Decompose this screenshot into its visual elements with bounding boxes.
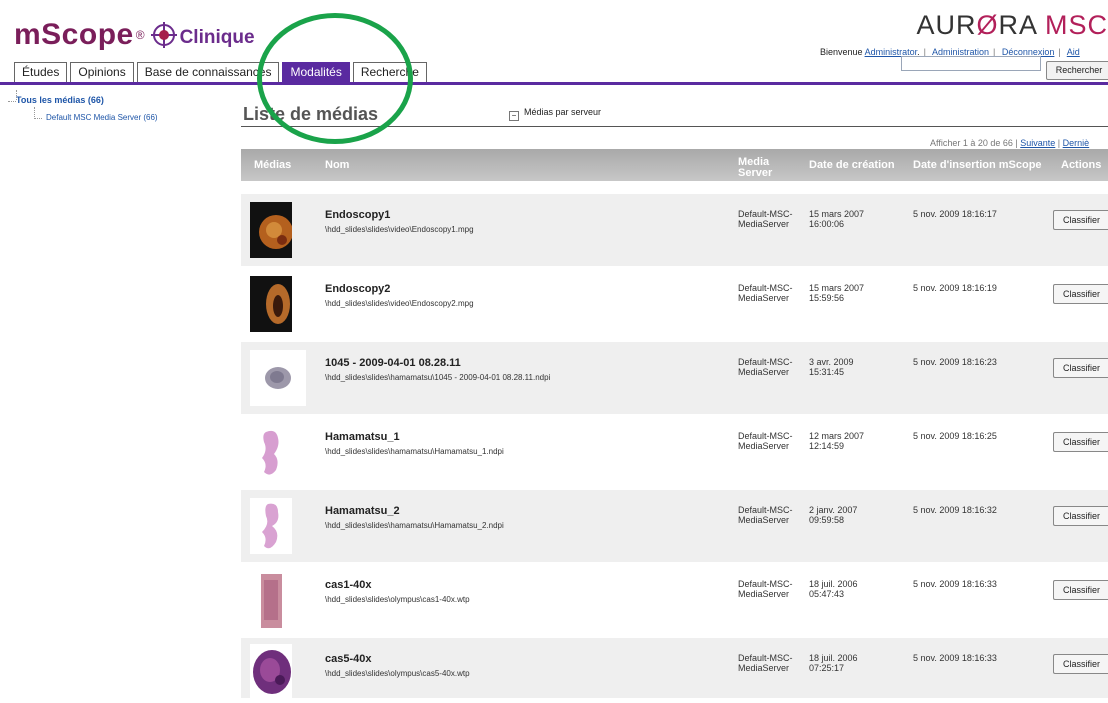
media-path: \hdd_slides\slides\video\Endoscopy1.mpg — [325, 225, 474, 234]
classify-button[interactable]: Classifier — [1053, 654, 1108, 674]
media-name[interactable]: cas5-40x — [325, 653, 372, 665]
table-header: Médias Nom Media Server Date de création… — [241, 149, 1108, 181]
media-server: Default-MSC-MediaServer — [738, 209, 793, 229]
insertion-date: 5 nov. 2009 18:16:33 — [913, 653, 997, 663]
table-row: Endoscopy1 \hdd_slides\slides\video\Endo… — [241, 194, 1108, 266]
media-server: Default-MSC-MediaServer — [738, 505, 793, 525]
table-row: Hamamatsu_2 \hdd_slides\slides\hamamatsu… — [241, 490, 1108, 562]
tree-item-label: Médias par serveur — [524, 107, 602, 117]
classify-button[interactable]: Classifier — [1053, 432, 1108, 452]
creation-date: 2 janv. 2007 09:59:58 — [809, 505, 858, 525]
brand-part: RA — [998, 10, 1045, 40]
tree-item-by-server[interactable]: − Médias par serveur — [505, 107, 601, 124]
brand-part: Ø — [976, 10, 999, 40]
media-name[interactable]: Endoscopy1 — [325, 209, 390, 221]
creation-date: 18 juil. 2006 07:25:17 — [809, 653, 858, 673]
column-header-media: Médias — [254, 159, 292, 171]
table-row: Hamamatsu_1 \hdd_slides\slides\hamamatsu… — [241, 416, 1108, 488]
search-button[interactable]: Rechercher — [1046, 61, 1108, 80]
media-path: \hdd_slides\slides\olympus\cas1-40x.wtp — [325, 595, 470, 604]
media-thumbnail[interactable] — [250, 498, 292, 554]
tree-item-label: Default MSC Media Server (66) — [46, 113, 158, 122]
classify-button[interactable]: Classifier — [1053, 284, 1108, 304]
search-input[interactable] — [901, 56, 1041, 71]
media-server: Default-MSC-MediaServer — [738, 283, 793, 303]
media-path: \hdd_slides\slides\hamamatsu\1045 - 2009… — [325, 373, 551, 382]
media-path: \hdd_slides\slides\hamamatsu\Hamamatsu_1… — [325, 447, 504, 456]
media-thumbnail[interactable] — [250, 424, 292, 480]
brand-part: MSC — [1045, 10, 1108, 40]
table-row: 1045 - 2009-04-01 08.28.11 \hdd_slides\s… — [241, 342, 1108, 414]
column-header-created: Date de création — [809, 159, 895, 171]
insertion-date: 5 nov. 2009 18:16:19 — [913, 283, 997, 293]
creation-date: 12 mars 2007 12:14:59 — [809, 431, 865, 451]
insertion-date: 5 nov. 2009 18:16:23 — [913, 357, 997, 367]
crosshair-logo-icon — [150, 22, 177, 48]
media-name[interactable]: 1045 - 2009-04-01 08.28.11 — [325, 357, 461, 369]
tree-item-label: Tous les médias (66) — [16, 95, 104, 105]
column-header-name: Nom — [325, 159, 350, 171]
media-path: \hdd_slides\slides\hamamatsu\Hamamatsu_2… — [325, 521, 504, 530]
last-page-link[interactable]: Derniè — [1063, 138, 1090, 148]
classify-button[interactable]: Classifier — [1053, 358, 1108, 378]
media-thumbnail[interactable] — [250, 572, 292, 628]
creation-date: 18 juil. 2006 05:47:43 — [809, 579, 858, 599]
media-server: Default-MSC-MediaServer — [738, 653, 793, 673]
media-name[interactable]: Hamamatsu_2 — [325, 505, 400, 517]
table-row: cas5-40x \hdd_slides\slides\olympus\cas5… — [241, 638, 1108, 698]
media-name[interactable]: Endoscopy2 — [325, 283, 390, 295]
insertion-date: 5 nov. 2009 18:16:17 — [913, 209, 997, 219]
welcome-text: Bienvenue — [820, 47, 863, 57]
insertion-date: 5 nov. 2009 18:16:25 — [913, 431, 997, 441]
media-path: \hdd_slides\slides\video\Endoscopy2.mpg — [325, 299, 474, 308]
pager-status: Afficher 1 à 20 de 66 | — [930, 138, 1018, 148]
media-thumbnail[interactable] — [250, 350, 306, 406]
media-server: Default-MSC-MediaServer — [738, 431, 793, 451]
highlight-circle — [257, 13, 413, 144]
tree-item-all-media[interactable]: Tous les médias (66) — [8, 90, 158, 109]
column-header-inserted: Date d'insertion mScope — [913, 159, 1042, 171]
media-path: \hdd_slides\slides\olympus\cas5-40x.wtp — [325, 669, 470, 678]
brand-part: AUR — [916, 10, 977, 40]
table-row: cas1-40x \hdd_slides\slides\olympus\cas1… — [241, 564, 1108, 636]
collapse-icon[interactable]: − — [509, 111, 519, 121]
creation-date: 15 mars 2007 16:00:06 — [809, 209, 865, 229]
media-thumbnail[interactable] — [250, 644, 292, 698]
media-thumbnail[interactable] — [250, 202, 293, 258]
media-tree: Tous les médias (66) − Médias par serveu… — [8, 90, 601, 126]
insertion-date: 5 nov. 2009 18:16:32 — [913, 505, 997, 515]
media-server: Default-MSC-MediaServer — [738, 579, 793, 599]
classify-button[interactable]: Classifier — [1053, 210, 1108, 230]
next-page-link[interactable]: Suivante — [1020, 138, 1055, 148]
media-thumbnail[interactable] — [250, 276, 292, 332]
tab-etudes[interactable]: Études — [14, 62, 68, 82]
help-link[interactable]: Aid — [1067, 47, 1080, 57]
media-server: Default-MSC-MediaServer — [738, 357, 793, 377]
creation-date: 15 mars 2007 15:59:56 — [809, 283, 865, 303]
column-header-actions: Actions — [1061, 159, 1102, 171]
logo-text: mScope — [14, 18, 134, 51]
media-name[interactable]: Hamamatsu_1 — [325, 431, 400, 443]
logo-registered-mark: ® — [135, 28, 145, 42]
classify-button[interactable]: Classifier — [1053, 506, 1108, 526]
tree-item-default-server[interactable]: Default MSC Media Server (66) — [8, 107, 158, 126]
pagination: Afficher 1 à 20 de 66 | Suivante | Derni… — [930, 138, 1090, 148]
tab-underline — [0, 82, 1108, 85]
logo-subtitle: Clinique — [179, 27, 255, 48]
classify-button[interactable]: Classifier — [1053, 580, 1108, 600]
brand-logo: AURØRA MSC — [916, 10, 1108, 41]
media-name[interactable]: cas1-40x — [325, 579, 372, 591]
column-header-media-server: Media Server — [738, 156, 773, 179]
tab-opinions[interactable]: Opinions — [70, 62, 134, 82]
insertion-date: 5 nov. 2009 18:16:33 — [913, 579, 997, 589]
app-logo: mScope ® Clinique — [14, 18, 255, 52]
creation-date: 3 avr. 2009 15:31:45 — [809, 357, 854, 377]
table-row: Endoscopy2 \hdd_slides\slides\video\Endo… — [241, 268, 1108, 340]
